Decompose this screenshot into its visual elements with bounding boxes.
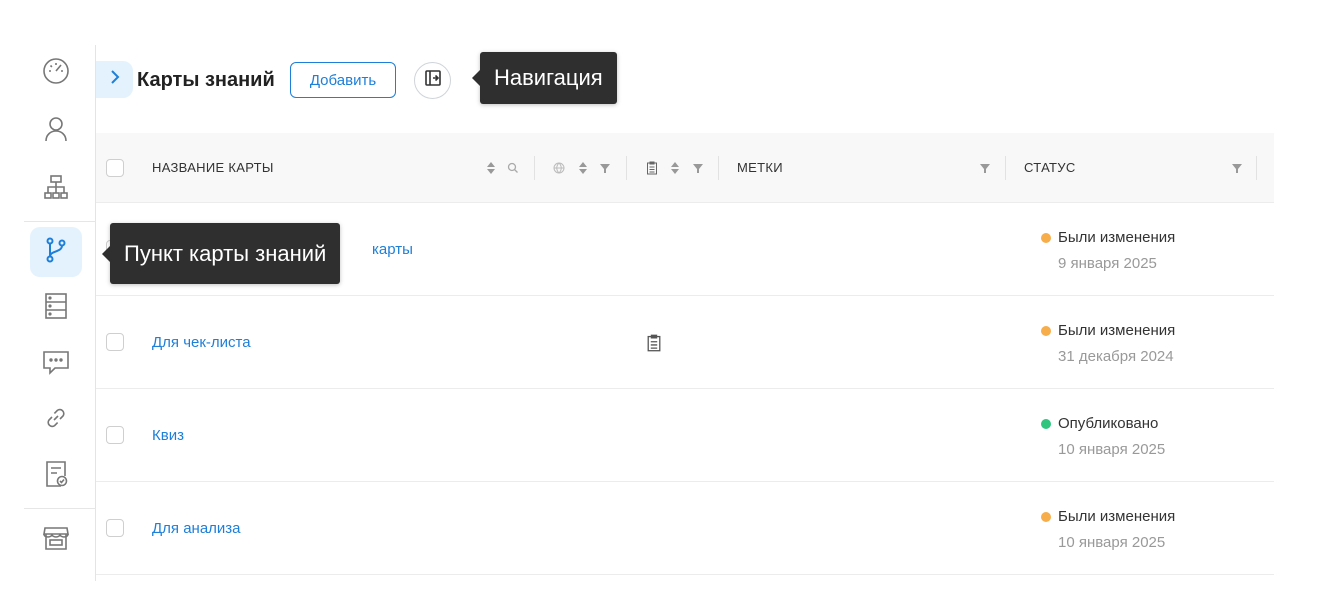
chevron-right-icon [107, 69, 123, 90]
chat-icon [41, 347, 71, 382]
column-divider [1256, 156, 1257, 180]
status-date: 31 декабря 2024 [1058, 348, 1174, 365]
status-dot [1041, 419, 1051, 429]
row-checkbox[interactable] [106, 519, 124, 537]
store-icon [41, 523, 71, 558]
row-checkbox[interactable] [106, 333, 124, 351]
navigation-panel-icon [423, 68, 443, 93]
navigation-button[interactable] [414, 62, 451, 99]
table-row[interactable]: Квиз Опубликовано 10 января 2025 [96, 389, 1274, 482]
status-dot [1041, 326, 1051, 336]
status-text: Были изменения [1058, 322, 1176, 339]
sidebar [24, 45, 96, 581]
knowledge-maps-table: НАЗВАНИЕ КАРТЫ МЕТКИ СТАТУС карты Были и… [96, 133, 1274, 575]
row-checkbox[interactable] [106, 426, 124, 444]
table-row[interactable]: Для чек-листа Были изменения 31 декабря … [96, 296, 1274, 389]
sidebar-item-dashboard[interactable] [30, 48, 82, 98]
sort-icon[interactable] [484, 160, 498, 176]
map-name-link[interactable]: карты [372, 241, 413, 259]
checklist-icon [646, 334, 662, 352]
table-row[interactable]: Для анализа Были изменения 10 января 202… [96, 482, 1274, 575]
column-header-tags: МЕТКИ [737, 160, 783, 175]
status-date: 9 января 2025 [1058, 255, 1157, 272]
filter-icon[interactable] [598, 160, 612, 176]
sort-icon[interactable] [668, 160, 682, 176]
sidebar-item-tooltip: Пункт карты знаний [101, 223, 341, 284]
sidebar-item-store[interactable] [30, 515, 82, 565]
sidebar-item-links[interactable] [30, 395, 82, 445]
add-button[interactable]: Добавить [290, 62, 396, 98]
org-structure-icon [41, 172, 71, 207]
sidebar-item-chat[interactable] [30, 339, 82, 389]
column-header-status: СТАТУС [1024, 160, 1076, 175]
expand-panel-button[interactable] [96, 61, 133, 98]
sidebar-item-server[interactable] [30, 283, 82, 333]
status-dot [1041, 512, 1051, 522]
checklist-icon [645, 160, 659, 176]
globe-icon [552, 160, 566, 176]
select-all-checkbox[interactable] [106, 159, 124, 177]
sidebar-item-users[interactable] [30, 106, 82, 156]
page-title: Карты знаний [137, 69, 275, 91]
status-text: Были изменения [1058, 508, 1176, 525]
table-header: НАЗВАНИЕ КАРТЫ МЕТКИ СТАТУС [96, 133, 1274, 203]
search-icon[interactable] [506, 160, 520, 176]
column-divider [1005, 156, 1006, 180]
sidebar-divider [24, 221, 96, 222]
map-name-link[interactable]: Для чек-листа [152, 334, 251, 352]
sidebar-item-knowledge-maps[interactable] [30, 227, 82, 277]
filter-icon[interactable] [1230, 160, 1244, 176]
sort-icon[interactable] [576, 160, 590, 176]
sidebar-item-reports[interactable] [30, 451, 82, 501]
filter-icon[interactable] [691, 160, 705, 176]
column-divider [626, 156, 627, 180]
filter-icon[interactable] [978, 160, 992, 176]
link-icon [41, 403, 71, 438]
navigation-tooltip: Навигация [472, 52, 617, 104]
status-text: Были изменения [1058, 229, 1176, 246]
map-name-link[interactable]: Квиз [152, 427, 184, 445]
status-date: 10 января 2025 [1058, 534, 1166, 551]
server-icon [41, 291, 71, 326]
sidebar-divider [24, 508, 96, 509]
map-name-link[interactable]: Для анализа [152, 520, 241, 538]
sidebar-item-structure[interactable] [30, 164, 82, 214]
document-check-icon [41, 459, 71, 494]
knowledge-map-icon [41, 235, 71, 270]
user-icon [41, 114, 71, 149]
status-dot [1041, 233, 1051, 243]
column-divider [534, 156, 535, 180]
status-date: 10 января 2025 [1058, 441, 1166, 458]
column-divider [718, 156, 719, 180]
status-text: Опубликовано [1058, 415, 1159, 432]
dashboard-icon [41, 56, 71, 91]
column-header-name: НАЗВАНИЕ КАРТЫ [152, 160, 274, 175]
